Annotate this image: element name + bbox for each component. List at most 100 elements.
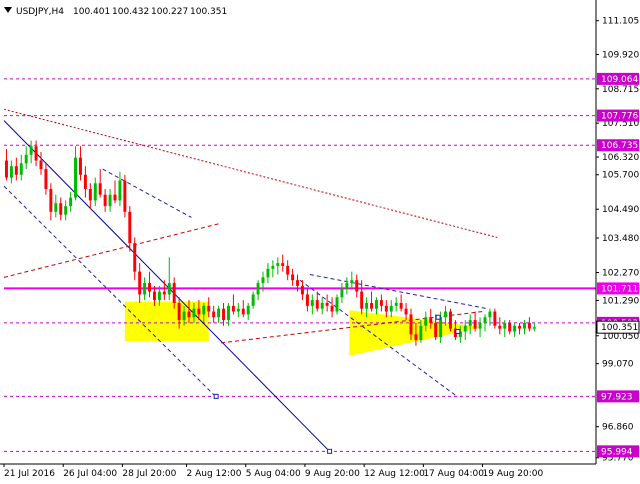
y-tick-label-8: 102.270 xyxy=(602,268,639,278)
low-value: 100.227 xyxy=(151,7,188,17)
candle-body-64 xyxy=(320,302,324,309)
candle-body-44 xyxy=(222,308,226,321)
candle-body-4 xyxy=(24,154,28,164)
candle-body-99 xyxy=(493,311,497,326)
x-tick-label-1: 26 Jul 04:00 xyxy=(63,469,117,479)
candle-body-25 xyxy=(128,211,132,244)
candle-body-10 xyxy=(54,203,58,212)
candle-body-34 xyxy=(172,283,176,303)
anchor-marker-1[interactable] xyxy=(327,448,333,454)
symbol-label: USDJPY,H4 xyxy=(16,7,64,17)
candle-body-20 xyxy=(103,194,107,207)
candle-body-94 xyxy=(468,320,472,326)
candle-body-61 xyxy=(305,294,309,306)
open-value: 100.401 xyxy=(73,7,110,17)
candle-body-100 xyxy=(498,325,502,329)
y-tick-label-1: 109.920 xyxy=(602,50,639,60)
y-tick-label-4: 106.320 xyxy=(602,153,639,163)
candle-body-3 xyxy=(19,163,23,175)
candle-body-15 xyxy=(78,157,82,175)
candle-body-8 xyxy=(44,169,48,189)
level-tag-label-5: 97.923 xyxy=(601,392,633,402)
candle-body-65 xyxy=(325,302,329,306)
candle-body-22 xyxy=(113,194,117,201)
candle-body-13 xyxy=(69,197,73,207)
candle-body-16 xyxy=(83,174,87,189)
candle-body-14 xyxy=(74,157,78,198)
candle-body-55 xyxy=(276,263,280,266)
candle-body-103 xyxy=(513,325,517,332)
candle-body-35 xyxy=(177,302,181,321)
candle-body-71 xyxy=(355,280,359,292)
candle-body-23 xyxy=(118,180,122,201)
candle-body-33 xyxy=(167,283,171,295)
anchor-marker-0[interactable] xyxy=(213,393,219,399)
candle-body-52 xyxy=(261,277,265,284)
anchor-marker-3[interactable] xyxy=(435,314,441,320)
candle-body-38 xyxy=(192,308,196,318)
y-tick-label-2: 108.715 xyxy=(602,85,639,95)
candle-body-59 xyxy=(296,280,300,286)
candle-body-46 xyxy=(231,305,235,312)
candle-body-68 xyxy=(340,288,344,298)
candle-body-21 xyxy=(108,194,112,207)
candle-body-87 xyxy=(434,322,438,338)
y-tick-label-6: 104.490 xyxy=(602,205,639,215)
candle-body-102 xyxy=(508,322,512,332)
candle-body-24 xyxy=(123,180,127,212)
yellow-zone-0 xyxy=(124,301,209,342)
x-tick-label-7: 17 Aug 04:00 xyxy=(423,469,484,479)
y-tick-label-9: 101.290 xyxy=(602,296,639,306)
anchor-marker-2[interactable] xyxy=(455,328,461,334)
candle-body-12 xyxy=(64,206,68,215)
level-tag-label-3: 101.711 xyxy=(601,284,638,294)
candle-body-0 xyxy=(4,160,8,178)
candle-body-40 xyxy=(202,305,206,315)
x-tick-label-4: 5 Aug 04:00 xyxy=(246,469,301,479)
candle-body-69 xyxy=(345,283,349,289)
candle-body-85 xyxy=(424,317,428,326)
candle-body-70 xyxy=(350,280,354,284)
candle-body-66 xyxy=(330,305,334,312)
candle-body-5 xyxy=(29,146,33,155)
candle-body-29 xyxy=(148,283,152,292)
candle-body-86 xyxy=(429,317,433,323)
candle-body-81 xyxy=(404,308,408,315)
candle-body-51 xyxy=(256,283,260,295)
level-tag-label-6: 95.994 xyxy=(601,447,633,457)
candle-body-82 xyxy=(409,314,413,335)
candle-body-11 xyxy=(59,203,63,215)
candle-body-43 xyxy=(217,308,221,318)
x-tick-label-2: 28 Jul 20:00 xyxy=(122,469,176,479)
candle-body-47 xyxy=(236,308,240,312)
y-tick-label-11: 99.070 xyxy=(602,360,634,370)
candle-body-74 xyxy=(370,302,374,309)
candle-body-45 xyxy=(226,305,230,321)
candle-body-97 xyxy=(483,317,487,323)
chart-area[interactable]: 111.105 109.920 108.715 107.510 106.320 105.7… xyxy=(0,0,640,480)
candle-body-50 xyxy=(251,294,255,306)
candle-body-41 xyxy=(207,305,211,312)
candle-body-105 xyxy=(522,322,526,329)
candle-body-77 xyxy=(384,305,388,312)
candle-body-6 xyxy=(34,146,38,161)
candle-body-39 xyxy=(197,308,201,315)
candle-body-60 xyxy=(300,285,304,295)
candle-body-58 xyxy=(291,274,295,281)
level-tag-label-0: 109.064 xyxy=(601,75,638,85)
candle-body-106 xyxy=(527,322,531,329)
candle-body-53 xyxy=(266,268,270,278)
candle-body-84 xyxy=(419,325,423,341)
candle-body-56 xyxy=(281,263,285,266)
candle-body-7 xyxy=(39,160,43,170)
candle-body-89 xyxy=(444,311,448,318)
chart-header: USDJPY,H4 100.401 100.432 100.227 100.35… xyxy=(4,7,227,17)
candle-body-67 xyxy=(335,297,339,312)
high-value: 100.432 xyxy=(112,7,149,17)
candle-body-2 xyxy=(14,166,18,175)
candle-body-28 xyxy=(143,283,147,295)
price-chart-svg[interactable]: 111.105109.920108.715107.510106.320105.7… xyxy=(0,0,640,480)
candle-body-72 xyxy=(360,291,364,309)
candle-body-98 xyxy=(488,311,492,318)
candle-body-63 xyxy=(315,300,319,309)
